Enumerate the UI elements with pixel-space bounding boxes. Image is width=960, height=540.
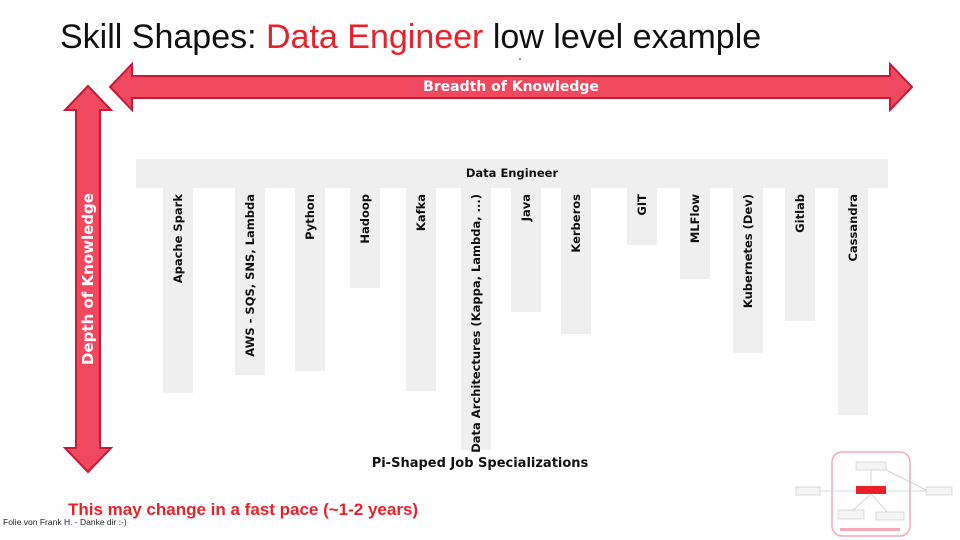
- skill-label: Cassandra: [846, 194, 860, 262]
- skill-column: Gitlab: [785, 188, 815, 321]
- title-prefix: Skill Shapes:: [60, 18, 266, 56]
- skill-label: MLFlow: [688, 194, 702, 244]
- skill-label: Hadoop: [358, 194, 372, 244]
- mindmap-thumbnail: [795, 451, 953, 537]
- credit-text: Folie von Frank H. - Danke dir :-): [3, 517, 127, 527]
- skill-column: Apache Spark: [163, 188, 193, 393]
- skill-label: Data Architectures (Kappa, Lambda, ...): [469, 194, 483, 453]
- skill-column: Java: [511, 188, 541, 312]
- skill-column: MLFlow: [680, 188, 710, 279]
- depth-label: Depth of Knowledge: [79, 193, 97, 365]
- skill-label: Java: [519, 194, 533, 222]
- skill-label: Kafka: [414, 194, 428, 232]
- skill-column: Python: [295, 188, 325, 371]
- title-suffix: low level example: [483, 18, 762, 56]
- skill-label: AWS - SQS, SNS, Lambda: [243, 194, 257, 357]
- skill-label: Kubernetes (Dev): [741, 194, 755, 309]
- decorative-dot: [519, 58, 521, 60]
- skill-column: AWS - SQS, SNS, Lambda: [235, 188, 265, 375]
- skill-label: GIT: [635, 194, 649, 216]
- skill-label: Python: [303, 194, 317, 240]
- skill-column: GIT: [627, 188, 657, 245]
- skill-label: Gitlab: [793, 194, 807, 233]
- skill-column: Kerberos: [561, 188, 591, 334]
- skill-label: Apache Spark: [171, 194, 185, 284]
- slide-title: Skill Shapes: Data Engineer low level ex…: [60, 18, 761, 57]
- skill-label: Kerberos: [569, 194, 583, 253]
- skill-column: Kubernetes (Dev): [733, 188, 763, 353]
- skill-column: Kafka: [406, 188, 436, 391]
- title-accent: Data Engineer: [266, 18, 484, 56]
- skill-column: Hadoop: [350, 188, 380, 288]
- breadth-label: Breadth of Knowledge: [423, 79, 599, 95]
- role-bar: Data Engineer: [136, 159, 888, 188]
- skill-column: Cassandra: [838, 188, 868, 415]
- skill-column: Data Architectures (Kappa, Lambda, ...): [461, 188, 491, 453]
